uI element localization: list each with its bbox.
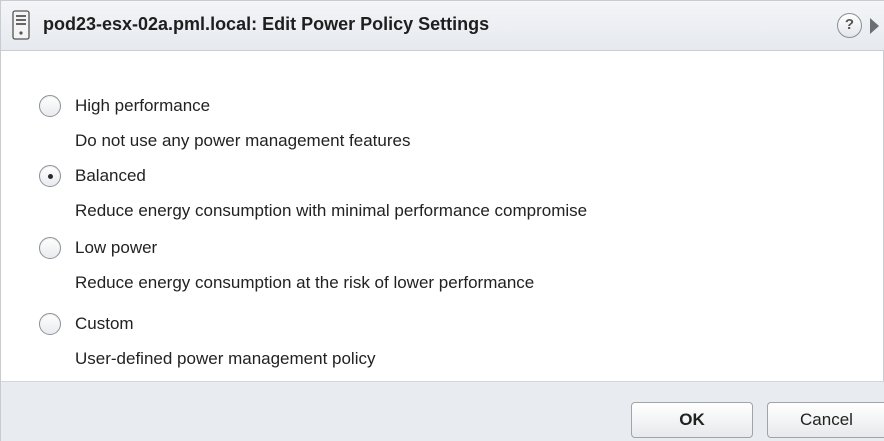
option-description: User-defined power management policy [75, 349, 376, 368]
dialog-title: pod23-esx-02a.pml.local: Edit Power Poli… [43, 14, 490, 34]
option-description: Reduce energy consumption with minimal p… [75, 201, 588, 220]
option-description: Reduce energy consumption at the risk of… [75, 273, 535, 292]
radio-low-power[interactable] [39, 237, 61, 259]
option-high-performance[interactable]: High performance Do not use any power ma… [1, 95, 884, 165]
ok-button[interactable]: OK [631, 402, 753, 438]
radio-balanced[interactable] [39, 165, 61, 187]
cancel-button[interactable]: Cancel [767, 402, 884, 438]
option-label: Low power [75, 238, 158, 257]
radio-custom[interactable] [39, 313, 61, 335]
option-label: Custom [75, 314, 134, 333]
radio-high-performance[interactable] [39, 95, 61, 117]
option-description: Do not use any power management features [75, 131, 411, 150]
dialog-titlebar: pod23-esx-02a.pml.local: Edit Power Poli… [1, 1, 884, 51]
edit-power-policy-dialog: pod23-esx-02a.pml.local: Edit Power Poli… [0, 0, 884, 441]
option-label: Balanced [75, 166, 146, 185]
server-icon [12, 10, 30, 40]
option-low-power[interactable]: Low power Reduce energy consumption at t… [1, 237, 884, 307]
option-custom[interactable]: Custom User-defined power management pol… [1, 313, 884, 383]
option-label: High performance [75, 96, 211, 115]
option-balanced[interactable]: Balanced Reduce energy consumption with … [1, 165, 884, 235]
help-icon[interactable]: ? [837, 13, 862, 38]
chevron-right-icon[interactable] [870, 18, 879, 34]
dialog-footer: OK Cancel [1, 381, 884, 441]
